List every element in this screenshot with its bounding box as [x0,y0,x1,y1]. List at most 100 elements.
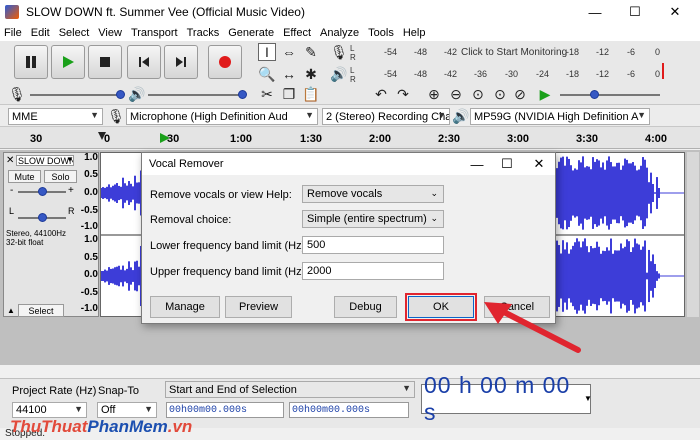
dialog-close-button[interactable]: ✕ [526,155,552,173]
solo-button[interactable]: Solo [44,170,77,183]
play-at-speed-icon[interactable]: ▶ [536,85,554,103]
ruler-tick: 4:00 [645,133,668,145]
remove-vocals-select[interactable]: Remove vocals ⌄ [302,185,444,203]
slider-knob[interactable] [238,90,247,99]
maximize-button[interactable]: ☐ [615,0,655,24]
audio-host-select[interactable]: MME ▼ [8,108,103,125]
audio-position-display[interactable]: 00 h 00 m 00 s [421,372,591,425]
menu-analyze[interactable]: Analyze [320,27,359,39]
gain-slider[interactable] [18,187,66,196]
play-tick: -48 [414,69,428,79]
ruler-tick: 3:00 [507,133,530,145]
skip-end-icon [176,57,186,67]
collapse-track-icon[interactable]: ▲ [7,306,15,315]
multi-tool-icon[interactable]: ✱ [302,65,320,83]
vertical-scrollbar[interactable] [687,152,699,317]
record-volume-slider[interactable] [30,90,125,99]
chevron-down-icon: ▼ [66,155,74,164]
envelope-tool-icon[interactable]: ⇔ [280,43,298,61]
microphone-icon: 🎙 [107,107,125,124]
selection-start-time[interactable]: 00h00m00.000s [166,402,284,418]
pan-right-label: R [68,206,75,216]
menu-file[interactable]: File [4,27,22,39]
fit-selection-icon[interactable]: ⊙ [469,85,487,103]
pause-button[interactable] [14,45,48,79]
menu-help[interactable]: Help [403,27,426,39]
paste-icon[interactable]: 📋 [302,85,320,103]
chevron-down-icon: ▼ [144,404,153,414]
recording-channels-select[interactable]: 2 (Stereo) Recording Cha ▼ [322,108,450,125]
speaker-icon[interactable]: 🔊 [330,65,348,83]
chevron-down-icon: ▼ [305,110,314,120]
click-to-start-monitoring[interactable]: Click to Start Monitoring [461,47,567,58]
zoom-toggle-icon[interactable]: ⊘ [511,85,529,103]
zoom-out-icon[interactable]: ⊖ [447,85,465,103]
slider-knob[interactable] [38,213,47,222]
cut-icon[interactable]: ✂ [258,85,276,103]
manage-button[interactable]: Manage [150,296,220,318]
menu-edit[interactable]: Edit [31,27,50,39]
scale-label: -0.5 [80,287,98,298]
menu-transport[interactable]: Transport [131,27,178,39]
snap-to-select[interactable]: Off ▼ [97,402,157,418]
debug-button[interactable]: Debug [334,296,397,318]
fit-project-icon[interactable]: ⊙ [491,85,509,103]
scale-label: 0.5 [84,169,98,180]
slider-knob[interactable] [38,187,47,196]
slider-knob[interactable] [590,90,599,99]
dialog-minimize-button[interactable]: — [464,155,490,173]
playback-volume-slider[interactable] [148,90,247,99]
close-track-icon[interactable]: ✕ [6,155,15,166]
skip-to-start-button[interactable] [127,45,161,79]
select-track-button[interactable]: Select [18,304,64,317]
redo-icon[interactable]: ↷ [394,85,412,103]
selection-mode-select[interactable]: Start and End of Selection ▼ [165,381,415,398]
undo-icon[interactable]: ↶ [372,85,390,103]
menu-select[interactable]: Select [59,27,90,39]
project-rate-select[interactable]: 44100 ▼ [12,402,87,418]
play-meter-r: R [350,74,356,84]
playback-volume-icon: 🔊 [128,85,146,102]
menu-effect[interactable]: Effect [283,27,311,39]
copy-icon[interactable]: ❐ [280,85,298,103]
slider-knob[interactable] [116,90,125,99]
chevron-down-icon[interactable]: ▼ [584,394,592,403]
lower-band-input[interactable]: 500 [302,236,444,254]
mute-button[interactable]: Mute [8,170,41,183]
menu-tracks[interactable]: Tracks [187,27,220,39]
removal-choice-select[interactable]: Simple (entire spectrum) ⌄ [302,210,444,228]
menu-view[interactable]: View [98,27,122,39]
play-speed-slider[interactable] [560,90,660,99]
microphone-icon[interactable]: 🎙 [330,43,348,61]
menu-tools[interactable]: Tools [368,27,394,39]
record-icon [219,56,231,68]
play-tick: -6 [627,69,636,79]
record-tick: -12 [596,47,610,57]
dialog-maximize-button[interactable]: ☐ [494,155,520,173]
menu-generate[interactable]: Generate [228,27,274,39]
timeline-ruler[interactable]: 30 0 30 1:00 1:30 2:00 2:30 3:00 3:30 4:… [0,127,700,149]
play-tick: -54 [384,69,398,79]
selection-tool-icon[interactable]: I [258,43,276,61]
selection-end-time[interactable]: 00h00m00.000s [289,402,409,418]
zoom-tool-icon[interactable]: 🔍 [258,65,276,83]
stop-button[interactable] [88,45,122,79]
chevron-down-icon: ▼ [90,110,99,120]
playback-device-select[interactable]: MP59G (NVIDIA High Definition A ▼ [470,108,650,125]
menu-bar: File Edit Select View Transport Tracks G… [0,24,700,41]
record-button[interactable] [208,45,242,79]
skip-to-end-button[interactable] [164,45,198,79]
upper-band-input[interactable]: 2000 [302,262,444,280]
draw-tool-icon[interactable]: ✎ [302,43,320,61]
preview-button[interactable]: Preview [225,296,292,318]
recording-device-select[interactable]: Microphone (High Definition Aud ▼ [126,108,318,125]
scale-label: -0.5 [80,205,98,216]
pan-slider[interactable] [18,213,66,222]
play-button[interactable] [51,45,85,79]
ruler-tick: 2:30 [438,133,461,145]
time-shift-tool-icon[interactable]: ↔ [280,65,298,83]
close-button[interactable]: ✕ [655,0,695,24]
play-tick: -12 [596,69,610,79]
zoom-in-icon[interactable]: ⊕ [425,85,443,103]
minimize-button[interactable]: — [575,0,615,24]
